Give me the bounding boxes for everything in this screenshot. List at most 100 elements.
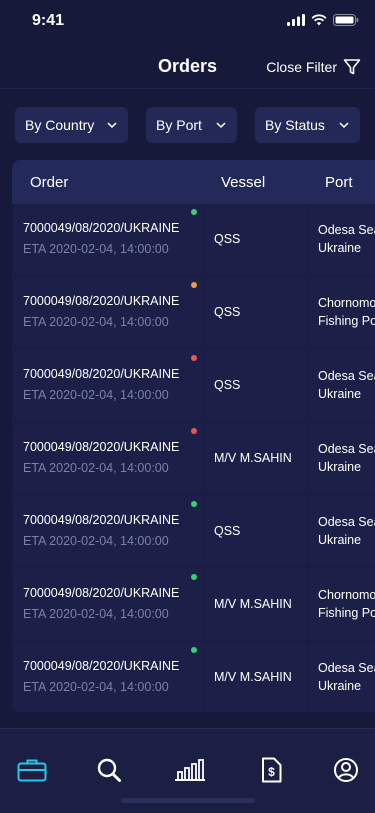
port-name: Odesa Sea Ukraine — [318, 496, 375, 566]
vessel-cell: QSS — [206, 204, 307, 274]
vessel-cell: QSS — [206, 350, 307, 420]
table-row[interactable]: 7000049/08/2020/UKRAINE ETA 2020-02-04, … — [12, 423, 375, 493]
status-dot — [191, 282, 197, 288]
table-row[interactable]: 7000049/08/2020/UKRAINE ETA 2020-02-04, … — [12, 569, 375, 639]
table-row[interactable]: 7000049/08/2020/UKRAINE ETA 2020-02-04, … — [12, 496, 375, 566]
port-name: Odesa Sea Ukraine — [318, 423, 375, 493]
filter-by-country-dropdown[interactable]: By Country — [15, 107, 128, 143]
order-cell: 7000049/08/2020/UKRAINE ETA 2020-02-04, … — [14, 642, 204, 712]
port-line-1: Odesa Sea — [318, 661, 375, 675]
table-row[interactable]: 7000049/08/2020/UKRAINE ETA 2020-02-04, … — [12, 350, 375, 420]
orders-table: Order Vessel Port 7000049/08/2020/UKRAIN… — [12, 160, 375, 712]
status-bar: 9:41 — [0, 0, 375, 44]
table-row[interactable]: 7000049/08/2020/UKRAINE ETA 2020-02-04, … — [12, 642, 375, 712]
table-header: Order Vessel Port — [12, 160, 375, 204]
filter-bar: By Country By Port By Status — [15, 107, 375, 143]
port-line-1: Odesa Sea — [318, 369, 375, 383]
order-eta: ETA 2020-02-04, 14:00:00 — [23, 680, 169, 694]
filter-by-status-dropdown[interactable]: By Status — [255, 107, 360, 143]
tab-statistics[interactable] — [173, 757, 207, 783]
column-header-port[interactable]: Port — [325, 174, 353, 191]
port-line-2: Ukraine — [318, 460, 362, 474]
signal-icon — [287, 14, 305, 26]
order-id: 7000049/08/2020/UKRAINE — [23, 367, 180, 381]
vessel-name: QSS — [214, 232, 241, 246]
column-header-order[interactable]: Order — [30, 174, 68, 191]
briefcase-icon — [17, 759, 47, 782]
filter-label: By Country — [25, 117, 95, 133]
vessel-name: M/V M.SAHIN — [214, 597, 292, 611]
order-eta: ETA 2020-02-04, 14:00:00 — [23, 607, 169, 621]
port-name: Odesa Sea Ukraine — [318, 642, 375, 712]
tab-orders[interactable] — [17, 757, 47, 783]
port-cell: Chornomo Fishing Po — [310, 569, 375, 639]
svg-text:$: $ — [268, 765, 275, 779]
filter-by-port-dropdown[interactable]: By Port — [146, 107, 237, 143]
port-line-1: Odesa Sea — [318, 223, 375, 237]
invoice-dollar-icon: $ — [262, 757, 282, 783]
port-name: Odesa Sea Ukraine — [318, 204, 375, 274]
filter-icon — [343, 59, 361, 75]
tab-billing[interactable]: $ — [256, 757, 286, 783]
port-cell: Odesa Sea Ukraine — [310, 423, 375, 493]
port-name: Chornomo Fishing Po — [318, 569, 375, 639]
table-row[interactable]: 7000049/08/2020/UKRAINE ETA 2020-02-04, … — [12, 204, 375, 274]
status-dot — [191, 428, 197, 434]
vessel-name: QSS — [214, 524, 241, 538]
port-line-1: Odesa Sea — [318, 515, 375, 529]
filter-label: By Status — [265, 117, 325, 133]
close-filter-label: Close Filter — [266, 59, 337, 75]
port-line-2: Ukraine — [318, 679, 362, 693]
order-cell: 7000049/08/2020/UKRAINE ETA 2020-02-04, … — [14, 277, 204, 347]
chevron-down-icon — [107, 122, 117, 129]
order-id: 7000049/08/2020/UKRAINE — [23, 659, 180, 673]
port-line-2: Ukraine — [318, 533, 362, 547]
order-id: 7000049/08/2020/UKRAINE — [23, 221, 180, 235]
order-cell: 7000049/08/2020/UKRAINE ETA 2020-02-04, … — [14, 204, 204, 274]
vessel-cell: QSS — [206, 277, 307, 347]
table-row[interactable]: 7000049/08/2020/UKRAINE ETA 2020-02-04, … — [12, 277, 375, 347]
vessel-name: QSS — [214, 305, 241, 319]
close-filter-button[interactable]: Close Filter — [266, 58, 361, 76]
status-dot — [191, 574, 197, 580]
status-dot — [191, 355, 197, 361]
port-cell: Odesa Sea Ukraine — [310, 350, 375, 420]
status-dot — [191, 647, 197, 653]
vessel-cell: M/V M.SAHIN — [206, 569, 307, 639]
order-eta: ETA 2020-02-04, 14:00:00 — [23, 534, 169, 548]
port-line-2: Fishing Po — [318, 606, 375, 620]
order-eta: ETA 2020-02-04, 14:00:00 — [23, 388, 169, 402]
status-dot — [191, 501, 197, 507]
order-cell: 7000049/08/2020/UKRAINE ETA 2020-02-04, … — [14, 350, 204, 420]
wifi-icon — [311, 14, 327, 26]
port-line-2: Fishing Po — [318, 314, 375, 328]
nav-header: Orders Close Filter — [0, 44, 375, 89]
tab-profile[interactable] — [331, 757, 361, 783]
order-eta: ETA 2020-02-04, 14:00:00 — [23, 242, 169, 256]
bar-chart-icon — [175, 759, 205, 781]
port-cell: Chornomo Fishing Po — [310, 277, 375, 347]
home-indicator — [121, 798, 255, 803]
vessel-cell: M/V M.SAHIN — [206, 642, 307, 712]
port-line-2: Ukraine — [318, 241, 362, 255]
column-header-vessel[interactable]: Vessel — [221, 174, 265, 191]
status-time: 9:41 — [32, 12, 65, 29]
chevron-down-icon — [339, 122, 349, 129]
status-icons — [287, 14, 359, 26]
filter-label: By Port — [156, 117, 202, 133]
port-cell: Odesa Sea Ukraine — [310, 496, 375, 566]
port-name: Odesa Sea Ukraine — [318, 350, 375, 420]
order-cell: 7000049/08/2020/UKRAINE ETA 2020-02-04, … — [14, 496, 204, 566]
order-id: 7000049/08/2020/UKRAINE — [23, 586, 180, 600]
order-cell: 7000049/08/2020/UKRAINE ETA 2020-02-04, … — [14, 423, 204, 493]
port-line-2: Ukraine — [318, 387, 362, 401]
order-id: 7000049/08/2020/UKRAINE — [23, 440, 180, 454]
search-icon — [97, 758, 121, 782]
battery-icon — [333, 14, 359, 26]
status-dot — [191, 209, 197, 215]
tab-search[interactable] — [94, 757, 124, 783]
vessel-cell: M/V M.SAHIN — [206, 423, 307, 493]
vessel-name: M/V M.SAHIN — [214, 670, 292, 684]
port-cell: Odesa Sea Ukraine — [310, 204, 375, 274]
port-line-1: Chornomo — [318, 588, 375, 602]
